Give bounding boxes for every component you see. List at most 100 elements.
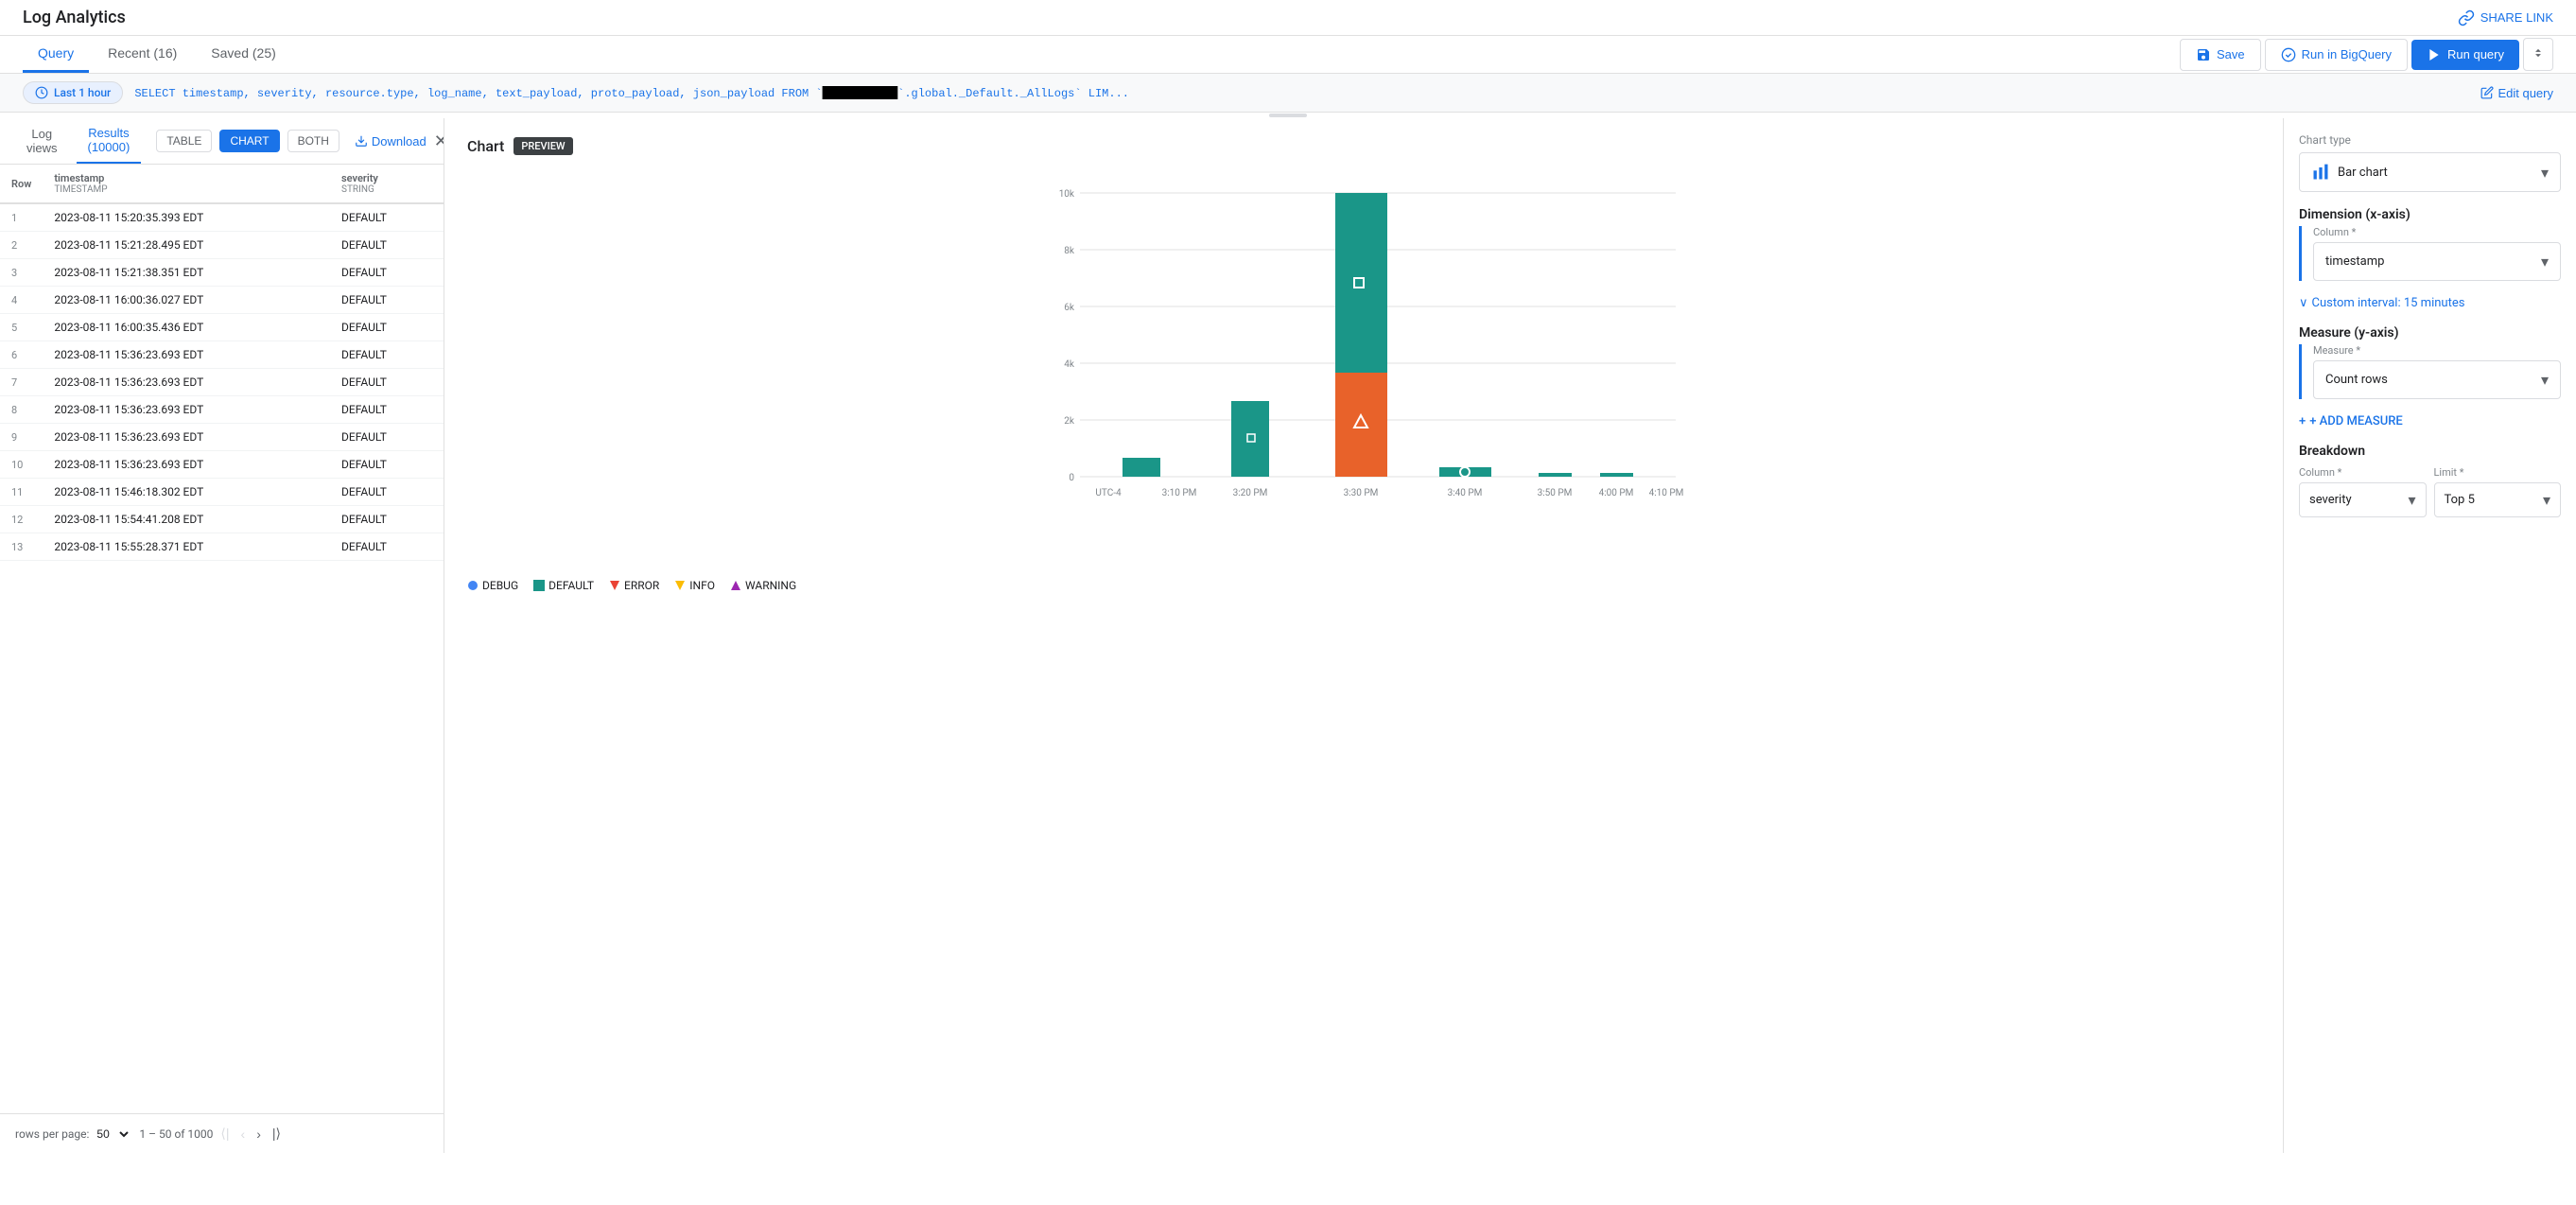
config-panel: Chart type Bar chart ▾ Dimension (x-axis… [2283,118,2576,1153]
table-row: 10 2023-08-11 15:36:23.693 EDT DEFAULT [0,451,444,479]
severity-cell: DEFAULT [330,341,444,369]
chart-legend: DEBUG DEFAULT ERROR INFO WARNING [467,579,2260,592]
last-page-button[interactable]: |⟩ [269,1122,285,1145]
bar-1 [1123,458,1160,477]
breakdown-limit-select[interactable]: Top 5 ▾ [2434,482,2562,517]
bigquery-icon [2281,47,2296,62]
share-link-button[interactable]: SHARE LINK [2458,9,2553,26]
svg-text:UTC-4: UTC-4 [1095,488,1122,498]
run-bigquery-button[interactable]: Run in BigQuery [2265,39,2408,71]
tab-recent[interactable]: Recent (16) [93,36,192,73]
svg-text:3:30 PM: 3:30 PM [1344,488,1379,498]
severity-cell: DEFAULT [330,396,444,424]
timestamp-cell: 2023-08-11 15:21:28.495 EDT [43,232,330,259]
dimension-chevron: ▾ [2541,253,2549,271]
custom-interval-toggle[interactable]: ∨ Custom interval: 15 minutes [2299,296,2561,310]
row-number: 10 [0,451,43,479]
bar-3-bottom [1335,373,1387,477]
chart-svg-container: 10k 8k 6k 4k 2k 0 [467,174,2260,571]
app-header: Log Analytics SHARE LINK [0,0,2576,36]
breakdown-limit-chevron: ▾ [2543,491,2550,509]
breakdown-column-label: Column * [2299,466,2427,479]
prev-page-button[interactable]: ‹ [237,1123,250,1145]
timestamp-cell: 2023-08-11 16:00:35.436 EDT [43,314,330,341]
table-row: 4 2023-08-11 16:00:36.027 EDT DEFAULT [0,287,444,314]
tab-saved[interactable]: Saved (25) [196,36,290,73]
tab-log-views[interactable]: Log views [15,119,69,163]
measure-field-label: Measure * [2313,344,2561,357]
timestamp-cell: 2023-08-11 15:36:23.693 EDT [43,424,330,451]
row-number: 12 [0,506,43,533]
row-number: 6 [0,341,43,369]
edit-icon [2480,86,2494,99]
run-query-button[interactable]: Run query [2411,40,2519,70]
svg-text:3:50 PM: 3:50 PM [1538,488,1573,498]
measure-select[interactable]: Count rows ▾ [2313,360,2561,399]
table-row: 12 2023-08-11 15:54:41.208 EDT DEFAULT [0,506,444,533]
dimension-column-select[interactable]: timestamp ▾ [2313,242,2561,281]
table-row: 3 2023-08-11 15:21:38.351 EDT DEFAULT [0,259,444,287]
timestamp-cell: 2023-08-11 15:46:18.302 EDT [43,479,330,506]
resize-bar [1269,114,1307,117]
breakdown-column-value: severity [2309,493,2352,507]
tab-query[interactable]: Query [23,36,89,73]
legend-default: DEFAULT [533,579,594,592]
chart-type-value: Bar chart [2338,166,2388,180]
svg-text:6k: 6k [1064,303,1075,313]
edit-query-button[interactable]: Edit query [2480,86,2553,100]
table-row: 13 2023-08-11 15:55:28.371 EDT DEFAULT [0,533,444,561]
pagination: rows per page: 50 100 1 – 50 of 1000 ⟨| … [0,1113,444,1153]
bar-6 [1600,473,1633,477]
severity-cell: DEFAULT [330,533,444,561]
timestamp-cell: 2023-08-11 15:54:41.208 EDT [43,506,330,533]
bar-chart-svg: 10k 8k 6k 4k 2k 0 [467,174,2260,552]
bar-4 [1439,467,1491,477]
breakdown-column-select[interactable]: severity ▾ [2299,482,2427,517]
bar-chart-icon [2311,163,2330,182]
more-options-button[interactable] [2523,38,2553,71]
timestamp-cell: 2023-08-11 15:36:23.693 EDT [43,396,330,424]
severity-cell: DEFAULT [330,203,444,232]
plus-icon: + [2299,414,2306,428]
save-button[interactable]: Save [2180,39,2261,71]
warning-legend-icon [730,580,741,591]
timestamp-cell: 2023-08-11 15:36:23.693 EDT [43,369,330,396]
table-row: 7 2023-08-11 15:36:23.693 EDT DEFAULT [0,369,444,396]
tab-results[interactable]: Results (10000) [77,118,142,164]
link-icon [2458,9,2475,26]
row-number: 13 [0,533,43,561]
breakdown-limit-label: Limit * [2434,466,2562,479]
per-page-selector[interactable]: rows per page: 50 100 [15,1126,131,1142]
tab-both[interactable]: BOTH [287,130,339,152]
query-bar: Last 1 hour SELECT timestamp, severity, … [0,74,2576,113]
preview-badge: PREVIEW [513,137,572,155]
legend-warning: WARNING [730,579,796,592]
breakdown-limit-value: Top 5 [2445,493,2475,507]
chart-type-select[interactable]: Bar chart ▾ [2299,152,2561,192]
severity-cell: DEFAULT [330,369,444,396]
play-icon [2427,47,2442,62]
timestamp-cell: 2023-08-11 15:21:38.351 EDT [43,259,330,287]
next-page-button[interactable]: › [252,1123,265,1145]
svg-text:2k: 2k [1064,416,1075,427]
row-number: 8 [0,396,43,424]
timestamp-cell: 2023-08-11 16:00:36.027 EDT [43,287,330,314]
severity-cell: DEFAULT [330,232,444,259]
add-measure-button[interactable]: + + ADD MEASURE [2299,414,2561,428]
tab-chart[interactable]: CHART [219,130,279,152]
severity-cell: DEFAULT [330,451,444,479]
measure-chevron: ▾ [2541,371,2549,389]
download-button[interactable]: Download [355,134,426,148]
chevron-down-icon-interval: ∨ [2299,296,2308,310]
time-range-chip[interactable]: Last 1 hour [23,81,123,104]
first-page-button[interactable]: ⟨| [217,1122,233,1145]
legend-error: ERROR [609,579,659,592]
svg-text:3:10 PM: 3:10 PM [1162,488,1197,498]
table-row: 2 2023-08-11 15:21:28.495 EDT DEFAULT [0,232,444,259]
per-page-select[interactable]: 50 100 [93,1126,131,1142]
timestamp-cell: 2023-08-11 15:36:23.693 EDT [43,451,330,479]
app-title: Log Analytics [23,8,126,27]
close-button[interactable]: ✕ [434,131,444,151]
breakdown-column-chevron: ▾ [2408,491,2415,509]
tab-table[interactable]: TABLE [156,130,212,152]
